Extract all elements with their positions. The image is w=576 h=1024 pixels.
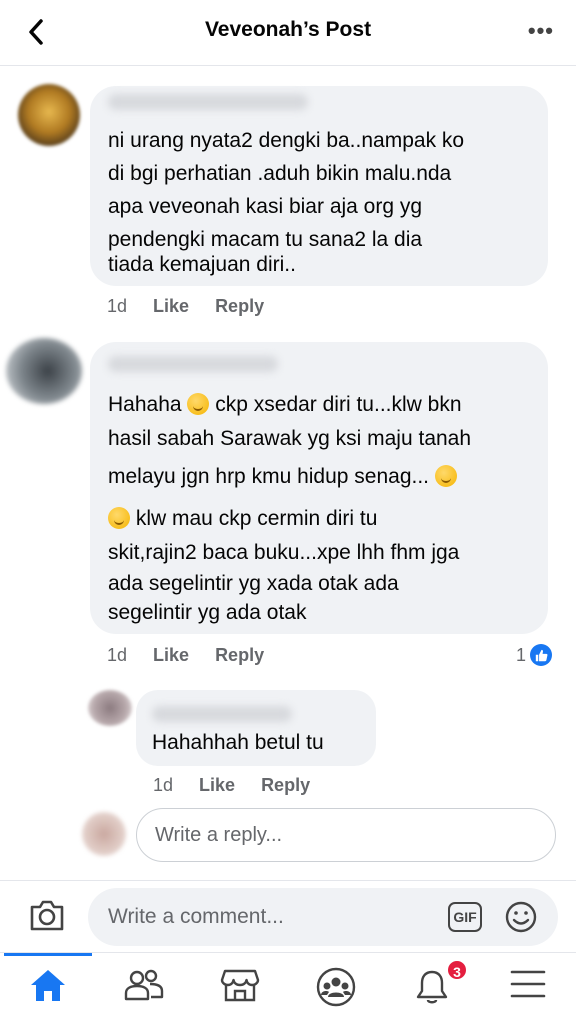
gif-button[interactable]: GIF	[448, 902, 482, 932]
reply-button[interactable]: Reply	[261, 775, 310, 796]
comment-actions: 1d Like Reply	[107, 296, 264, 317]
like-reaction-icon	[530, 644, 553, 666]
comment-text: skit,rajin2 baca buku...xpe lhh fhm jga	[108, 541, 460, 564]
page-title: Veveonah’s Post	[204, 18, 372, 41]
reaction-count[interactable]: 1	[516, 644, 553, 666]
camera-button[interactable]	[28, 899, 66, 938]
emoji-button[interactable]	[504, 900, 538, 940]
commenter-name[interactable]	[108, 356, 278, 372]
reply-placeholder: Write a reply...	[155, 824, 283, 846]
more-options-button[interactable]: •••	[528, 18, 554, 44]
groups-icon	[316, 967, 356, 1007]
comment-text-part: melayu jgn hrp kmu hidup senag...	[108, 465, 430, 488]
comment-actions: 1d Like Reply	[107, 645, 264, 666]
like-button[interactable]: Like	[199, 775, 235, 796]
comment-text-part: klw mau ckp cermin diri tu	[135, 507, 378, 530]
comment-bubble[interactable]: Hahaha ckp xsedar diri tu...klw bkn hasi…	[90, 342, 548, 634]
comment-text: ni urang nyata2 dengki ba..nampak ko	[108, 129, 465, 152]
comment-time: 1d	[153, 775, 174, 795]
nav-friends[interactable]	[114, 967, 174, 1017]
comment-text: hasil sabah Sarawak yg ksi maju tanah	[108, 427, 472, 450]
comment-placeholder: Write a comment...	[108, 905, 284, 928]
avatar[interactable]	[88, 690, 132, 726]
notification-badge: 3	[446, 959, 468, 981]
comment-text-part: ckp xsedar diri tu...klw bkn	[215, 393, 462, 416]
comment-text: segelintir yg ada otak	[108, 601, 307, 624]
comment-text: melayu jgn hrp kmu hidup senag...	[108, 460, 457, 493]
bottom-nav: 3	[0, 952, 576, 1024]
comment-input[interactable]: Write a comment... GIF	[88, 888, 558, 946]
comment-time: 1d	[107, 645, 128, 665]
smirk-emoji-icon	[108, 507, 130, 529]
comment-text: apa veveonah kasi biar aja org yg	[108, 195, 423, 218]
comment-text: tiada kemajuan diri..	[108, 253, 296, 276]
avatar	[82, 812, 126, 856]
avatar[interactable]	[18, 84, 80, 146]
commenter-name[interactable]	[152, 706, 292, 722]
comment-actions: 1d Like Reply	[153, 775, 310, 796]
marketplace-icon	[220, 969, 260, 1002]
active-tab-indicator	[4, 953, 92, 956]
comment-text: Hahaha ckp xsedar diri tu...klw bkn	[108, 388, 462, 421]
smirk-emoji-icon	[187, 393, 210, 415]
commenter-name[interactable]	[108, 94, 308, 110]
nav-notifications[interactable]: 3	[402, 959, 468, 1017]
like-button[interactable]: Like	[153, 296, 189, 317]
reply-button[interactable]: Reply	[215, 645, 264, 666]
nav-home[interactable]	[18, 967, 78, 1017]
nav-groups[interactable]	[306, 967, 366, 1017]
comment-bubble[interactable]: ni urang nyata2 dengki ba..nampak ko di …	[90, 86, 548, 286]
reaction-count-number: 1	[516, 644, 527, 665]
nav-marketplace[interactable]	[210, 967, 270, 1017]
comment-text: Hahahhah betul tu	[152, 731, 324, 754]
smirk-emoji-icon	[434, 465, 457, 487]
comment-text: klw mau ckp cermin diri tu	[108, 502, 377, 535]
like-button[interactable]: Like	[153, 645, 189, 666]
avatar[interactable]	[6, 338, 82, 404]
menu-icon	[510, 970, 546, 998]
comment-text-part: Hahaha	[108, 393, 182, 416]
comment-composer: Write a comment... GIF	[0, 880, 576, 952]
friends-icon	[124, 969, 164, 1001]
reply-button[interactable]: Reply	[215, 296, 264, 317]
nav-menu[interactable]	[498, 967, 558, 1017]
reply-input[interactable]: Write a reply...	[136, 808, 556, 862]
camera-icon	[30, 900, 64, 931]
home-icon	[31, 970, 65, 1001]
top-bar: Veveonah’s Post •••	[0, 0, 576, 66]
comment-text: di bgi perhatian .aduh bikin malu.nda	[108, 162, 452, 185]
smiley-icon	[505, 901, 537, 933]
reply-bubble[interactable]: Hahahhah betul tu	[136, 690, 376, 766]
comment-time: 1d	[107, 296, 128, 316]
